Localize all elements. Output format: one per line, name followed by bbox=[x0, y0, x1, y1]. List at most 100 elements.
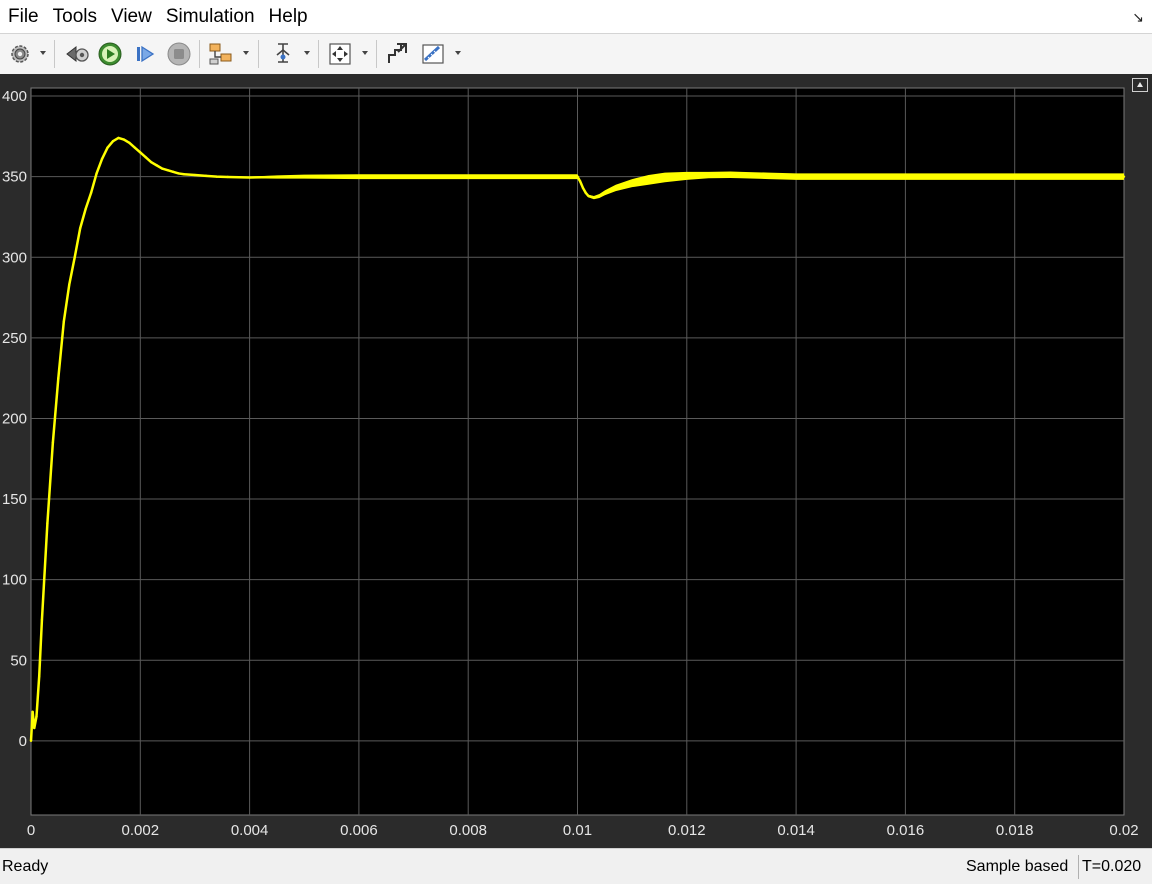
data-point bbox=[215, 175, 219, 178]
y-tick-label: 250 bbox=[2, 330, 27, 347]
y-tick-label: 150 bbox=[2, 491, 27, 508]
data-point bbox=[33, 726, 36, 730]
data-point bbox=[1013, 175, 1016, 178]
data-point bbox=[128, 141, 131, 145]
data-point bbox=[598, 194, 601, 198]
scope-plot[interactable]: 0 0.002 0.004 0.006 0.008 0.01 0.012 0.014 0.016… bbox=[0, 74, 1152, 848]
x-tick-label: 0.008 bbox=[449, 822, 487, 839]
data-point bbox=[592, 196, 596, 199]
data-point bbox=[177, 172, 180, 175]
y-tick-label: 300 bbox=[2, 249, 27, 266]
data-point bbox=[40, 618, 44, 622]
autoscale-dropdown-arrow[interactable] bbox=[362, 51, 368, 55]
data-point bbox=[357, 175, 361, 178]
data-point bbox=[171, 170, 175, 174]
triggers-icon[interactable] bbox=[268, 40, 298, 68]
data-point bbox=[412, 175, 415, 178]
toolbar-separator bbox=[318, 40, 319, 68]
data-point bbox=[51, 441, 55, 444]
x-tick-label: 0.006 bbox=[340, 822, 378, 839]
data-point bbox=[767, 174, 770, 178]
menu-view[interactable]: View bbox=[104, 0, 159, 33]
x-tick-label: 0.014 bbox=[777, 822, 815, 839]
data-point bbox=[275, 175, 279, 179]
gear-icon[interactable] bbox=[6, 40, 34, 68]
data-point bbox=[1122, 175, 1126, 178]
data-point bbox=[133, 146, 137, 149]
step-forward-icon[interactable] bbox=[130, 40, 160, 68]
data-point bbox=[57, 376, 60, 380]
data-point bbox=[584, 191, 587, 194]
triggers-dropdown-arrow[interactable] bbox=[304, 51, 310, 55]
data-point bbox=[73, 256, 76, 259]
status-divider bbox=[1078, 855, 1079, 879]
data-point bbox=[581, 186, 585, 190]
toolbar bbox=[0, 33, 1152, 75]
sample-mode: Sample based bbox=[966, 858, 1069, 875]
status-bar: Ready Sample based T=0.020 bbox=[0, 848, 1152, 884]
data-point bbox=[614, 186, 617, 190]
menu-file[interactable]: File bbox=[0, 0, 46, 33]
data-point bbox=[150, 160, 153, 164]
gear-dropdown-arrow[interactable] bbox=[40, 51, 46, 55]
measurements-icon[interactable] bbox=[418, 40, 448, 68]
run-icon[interactable] bbox=[95, 40, 125, 68]
data-point bbox=[663, 176, 667, 179]
data-point bbox=[193, 173, 197, 177]
highlight-block-icon[interactable] bbox=[205, 40, 237, 68]
data-point bbox=[467, 175, 470, 178]
data-point bbox=[204, 174, 208, 178]
x-tick-label: 0.004 bbox=[231, 822, 269, 839]
data-point bbox=[37, 675, 41, 678]
toolbar-separator bbox=[199, 40, 200, 68]
data-point bbox=[62, 320, 65, 323]
menu-tools[interactable]: Tools bbox=[46, 0, 104, 33]
data-point bbox=[106, 146, 109, 149]
highlight-dropdown-arrow[interactable] bbox=[243, 51, 249, 55]
y-tick-label: 350 bbox=[2, 169, 27, 186]
data-point bbox=[100, 157, 104, 161]
data-point bbox=[729, 173, 732, 176]
data-point bbox=[248, 176, 251, 179]
data-point bbox=[579, 180, 582, 183]
data-point bbox=[182, 173, 186, 176]
data-point bbox=[576, 175, 579, 178]
data-point bbox=[122, 138, 126, 141]
measurements-dropdown-arrow[interactable] bbox=[455, 51, 461, 55]
data-point bbox=[84, 207, 87, 211]
data-point bbox=[144, 156, 147, 159]
data-point bbox=[166, 169, 169, 172]
y-tick-label: 100 bbox=[2, 572, 27, 589]
autoscale-icon[interactable] bbox=[325, 40, 355, 68]
data-point bbox=[587, 194, 590, 198]
data-point bbox=[68, 283, 71, 286]
data-point bbox=[794, 175, 798, 178]
status-text: Ready bbox=[2, 858, 49, 875]
data-point bbox=[630, 181, 634, 185]
data-point bbox=[904, 175, 907, 178]
data-point bbox=[237, 176, 240, 179]
data-point bbox=[78, 227, 82, 230]
x-tick-label: 0.018 bbox=[996, 822, 1034, 839]
data-point bbox=[707, 173, 710, 177]
x-tick-label: 0 bbox=[27, 822, 35, 839]
data-point bbox=[155, 164, 158, 167]
data-point bbox=[95, 172, 98, 175]
data-point bbox=[111, 139, 115, 143]
sim-time: T=0.020 bbox=[1082, 858, 1142, 875]
x-tick-label: 0.02 bbox=[1109, 822, 1138, 839]
toolbar-separator bbox=[258, 40, 259, 68]
dock-arrow-icon[interactable]: ↘ bbox=[1132, 9, 1144, 26]
menu-simulation[interactable]: Simulation bbox=[159, 0, 262, 33]
x-tick-label: 0.012 bbox=[668, 822, 706, 839]
data-point bbox=[89, 191, 93, 194]
x-tick-label: 0.016 bbox=[887, 822, 925, 839]
restore-icon[interactable] bbox=[382, 40, 412, 68]
menu-help[interactable]: Help bbox=[262, 0, 315, 33]
toolbar-separator bbox=[54, 40, 55, 68]
x-tick-label: 0.002 bbox=[122, 822, 160, 839]
step-back-icon[interactable] bbox=[62, 40, 92, 68]
toolbar-separator bbox=[376, 40, 377, 68]
data-point bbox=[139, 151, 142, 154]
stop-icon[interactable] bbox=[164, 40, 194, 68]
